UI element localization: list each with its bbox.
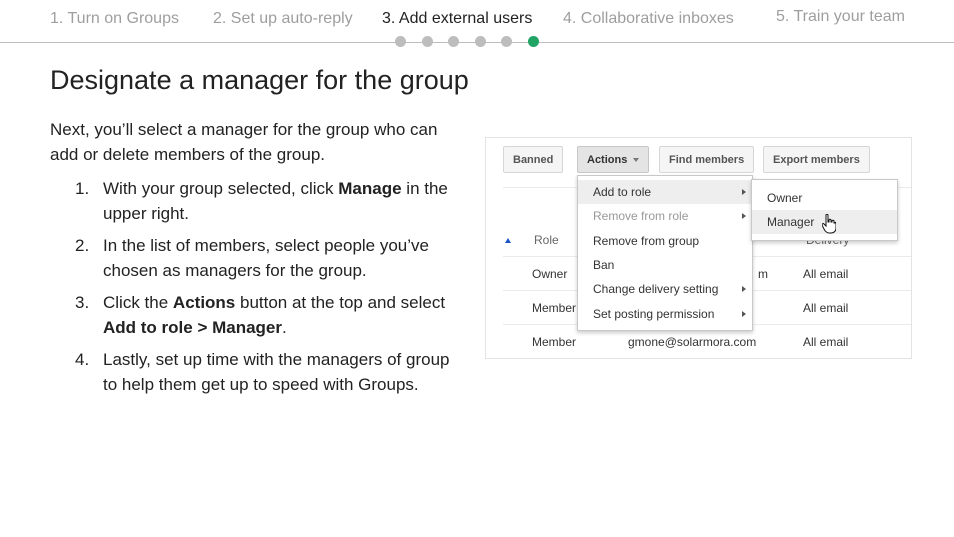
progress-dot[interactable] (501, 36, 512, 47)
step-number: 4. (75, 350, 90, 369)
chevron-right-icon (742, 189, 746, 195)
step-tab-set-up-auto-reply[interactable]: 2. Set up auto-reply (213, 10, 353, 28)
progress-dot[interactable] (421, 36, 433, 47)
row-delivery: All email (803, 335, 849, 349)
step-text: button at the top and select (235, 293, 446, 312)
page-title: Designate a manager for the group (50, 65, 469, 95)
instruction-step: 2. In the list of members, select people … (75, 233, 455, 283)
step-emphasis: Manage (338, 179, 402, 198)
step-text: Click the (103, 293, 173, 312)
chevron-right-icon (742, 310, 746, 317)
progress-dot[interactable] (474, 36, 486, 47)
step-tab-add-external-users[interactable]: 3. Add external users (382, 10, 532, 28)
menu-item-ban[interactable]: Ban (578, 253, 752, 277)
menu-item-label: Remove from role (593, 209, 689, 224)
hand-cursor-icon (822, 214, 836, 234)
menu-item-change-delivery-setting[interactable]: Change delivery setting (578, 277, 752, 301)
step-emphasis: Actions (172, 293, 236, 312)
progress-dot[interactable] (395, 36, 406, 47)
row-delivery: All email (803, 267, 849, 281)
step-tab-collaborative-inboxes[interactable]: 4. Collaborative inboxes (563, 10, 734, 28)
actions-button[interactable]: Actions (577, 146, 650, 173)
row-delivery: All email (803, 301, 849, 315)
actions-menu: Add to role Remove from role Remove from g… (577, 175, 753, 331)
step-number: 2. (75, 236, 90, 255)
step-text: With your group selected, click (103, 179, 339, 198)
step-number: 1. (75, 179, 90, 198)
banned-button[interactable]: Banned (503, 146, 564, 173)
menu-item-label: Add to role (593, 185, 652, 199)
row-role: Member (532, 301, 577, 315)
menu-item-remove-from-role[interactable]: Remove from role (578, 204, 752, 228)
step-text: In the list of members, select people yo… (103, 236, 429, 280)
step-text: . (282, 318, 287, 337)
menu-item-label: Remove from group (593, 233, 700, 248)
progress-dot-current[interactable] (527, 36, 539, 47)
submenu-item-owner[interactable]: Owner (752, 186, 897, 210)
sort-ascending-icon[interactable] (505, 238, 511, 243)
menu-item-label: Set posting permission (593, 306, 715, 321)
chevron-down-icon (633, 158, 640, 163)
export-members-button[interactable]: Export members (763, 146, 870, 173)
step-tab-turn-on-groups[interactable]: 1. Turn on Groups (50, 10, 179, 28)
menu-item-remove-from-group[interactable]: Remove from group (578, 229, 752, 253)
instruction-step: 3. Click the Actions button at the top an… (75, 290, 455, 340)
menu-item-label: Ban (593, 257, 615, 272)
members-screenshot: Banned Actions Find members Export membe… (485, 137, 912, 359)
step-navigation: 1. Turn on Groups 2. Set up auto-reply 3… (0, 0, 954, 47)
chevron-right-icon (742, 286, 746, 293)
chevron-right-icon (742, 213, 746, 220)
row-email: m (758, 267, 768, 281)
menu-item-set-posting-permission[interactable]: Set posting permission (578, 302, 752, 326)
step-number: 3. (75, 293, 90, 312)
instruction-step: 1. With your group selected, click Manage… (75, 176, 455, 226)
step-tab-train-your-team[interactable]: 5. Train your team (776, 8, 905, 26)
row-role: Owner (532, 267, 568, 281)
row-email: gmone@solarmora.com (628, 335, 757, 349)
menu-item-label: Change delivery setting (593, 282, 719, 297)
step-emphasis: Add to role > Manager (103, 318, 282, 337)
progress-dot[interactable] (448, 36, 459, 47)
column-header-role[interactable]: Role (534, 233, 559, 247)
add-to-role-submenu: Owner Manager (751, 179, 898, 241)
find-members-button[interactable]: Find members (659, 146, 755, 173)
instruction-steps: 1. With your group selected, click Manage… (75, 176, 455, 404)
row-role: Member (532, 335, 577, 349)
step-text: Lastly, set up time with the managers of… (103, 350, 450, 394)
instruction-step: 4. Lastly, set up time with the managers … (75, 347, 455, 397)
menu-item-add-to-role[interactable]: Add to role (578, 180, 752, 204)
actions-label: Actions (587, 154, 628, 166)
intro-text: Next, you’ll select a manager for the gr… (50, 120, 438, 164)
